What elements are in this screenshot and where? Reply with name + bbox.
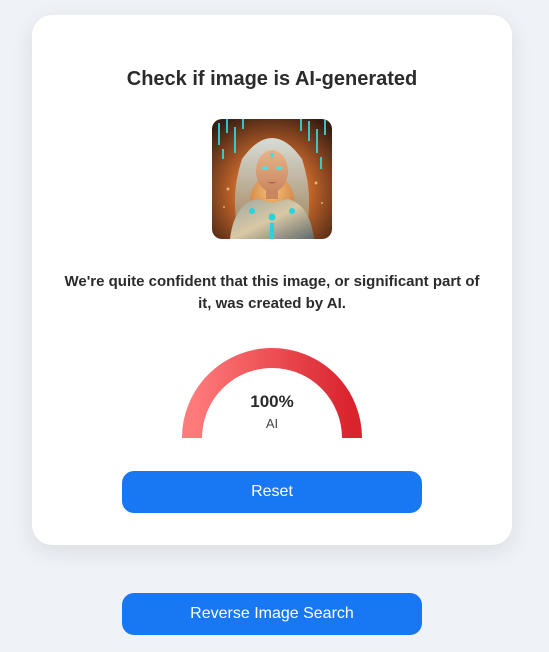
page-title: Check if image is AI-generated	[126, 68, 418, 90]
confidence-message: We're quite confident that this image, o…	[64, 273, 480, 312]
gauge-percentage: 100%	[250, 392, 294, 411]
gauge-class-label: AI	[265, 416, 279, 431]
result-card: Check if image is AI-generated We're qui…	[32, 15, 512, 545]
reset-button[interactable]: Reset	[122, 471, 422, 513]
uploaded-image-thumbnail	[212, 119, 332, 239]
reverse-image-search-button[interactable]: Reverse Image Search	[122, 593, 422, 635]
